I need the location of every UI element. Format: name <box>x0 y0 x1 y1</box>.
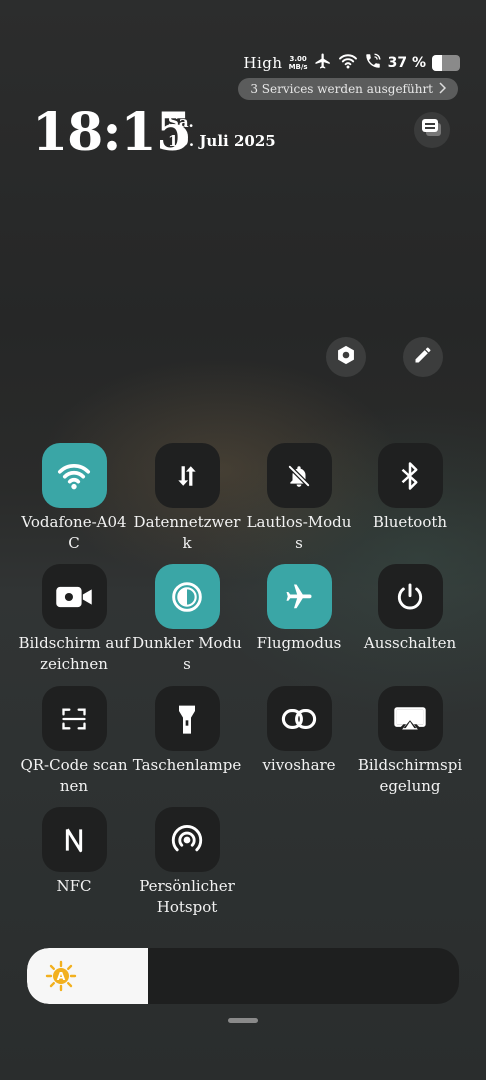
tile-bluetooth[interactable]: Bluetooth <box>354 443 466 533</box>
tile-label: Dunkler Modus <box>132 634 242 673</box>
auto-badge: A <box>57 970 66 983</box>
tile-label: Persönlicher Hotspot <box>139 877 235 916</box>
battery-percent: 37 % <box>387 55 426 71</box>
tile-label: Datennetzwerk <box>133 513 241 552</box>
airplane-icon[interactable] <box>266 564 332 629</box>
airplane-status-icon <box>314 52 332 74</box>
wifi-icon[interactable] <box>41 443 107 508</box>
tile-bell-off[interactable]: Lautlos-Modus <box>243 443 355 554</box>
tile-label: Lautlos-Modus <box>246 513 352 552</box>
tile-label: NFC <box>56 877 92 895</box>
bluetooth-icon[interactable] <box>377 443 443 508</box>
tile-mobile-data[interactable]: Datennetzwerk <box>131 443 243 554</box>
status-bar: High 3.00 MB/s 37 % <box>243 52 460 74</box>
pencil-icon <box>413 345 433 369</box>
tile-label: Flugmodus <box>256 634 342 652</box>
date: 19. Juli 2025 <box>168 132 276 150</box>
battery-fill <box>432 55 443 71</box>
tile-label: Taschenlampe <box>132 756 242 774</box>
tile-label: Ausschalten <box>363 634 457 652</box>
net-speed-value: 3.00 <box>289 55 307 63</box>
net-speed: 3.00 MB/s <box>289 55 308 71</box>
date-block[interactable]: Sa. 19. Juli 2025 <box>168 113 276 151</box>
net-speed-unit: MB/s <box>288 63 308 71</box>
services-pill-label: 3 Services werden ausgeführt <box>250 82 433 96</box>
mobile-data-icon[interactable] <box>154 443 220 508</box>
tile-label: vivoshare <box>262 756 336 774</box>
chevron-right-icon <box>438 81 447 97</box>
qr-scan-icon[interactable] <box>41 686 107 751</box>
tile-airplane[interactable]: Flugmodus <box>243 564 355 654</box>
tile-label: Bluetooth <box>372 513 448 531</box>
bell-off-icon[interactable] <box>266 443 332 508</box>
tile-nfc[interactable]: NFC <box>18 807 130 897</box>
running-services-pill[interactable]: 3 Services werden ausgeführt <box>238 78 458 100</box>
notification-panel-switch-button[interactable] <box>414 112 450 148</box>
power-icon[interactable] <box>377 564 443 629</box>
tile-screen-mirror[interactable]: Bildschirmspiegelung <box>354 686 466 797</box>
tile-dark-mode[interactable]: Dunkler Modus <box>131 564 243 675</box>
flashlight-icon[interactable] <box>154 686 220 751</box>
battery-icon <box>432 55 460 71</box>
tile-hotspot[interactable]: Persönlicher Hotspot <box>131 807 243 918</box>
tile-label: QR-Code scannen <box>20 756 128 795</box>
weekday: Sa. <box>168 113 194 131</box>
tile-power[interactable]: Ausschalten <box>354 564 466 654</box>
tile-qr-scan[interactable]: QR-Code scannen <box>18 686 130 797</box>
edit-tiles-button[interactable] <box>403 337 443 377</box>
tile-flashlight[interactable]: Taschenlampe <box>131 686 243 776</box>
settings-button[interactable] <box>326 337 366 377</box>
auto-brightness-icon: A <box>45 960 77 992</box>
tile-label: Bildschirm aufzeichnen <box>18 634 130 673</box>
tile-label: Bildschirmspiegelung <box>357 756 463 795</box>
gear-icon <box>335 344 357 370</box>
wifi-calling-icon <box>364 52 382 74</box>
dark-mode-icon[interactable] <box>154 564 220 629</box>
panel-switch-icon <box>420 117 444 143</box>
network-label: High <box>243 54 283 72</box>
panel-handle[interactable] <box>228 1018 258 1023</box>
tile-label: Vodafone-A04C <box>21 513 127 552</box>
screen-mirror-icon[interactable] <box>377 686 443 751</box>
tile-wifi[interactable]: Vodafone-A04C <box>18 443 130 554</box>
hotspot-icon[interactable] <box>154 807 220 872</box>
video-camera-icon[interactable] <box>41 564 107 629</box>
vivoshare-icon[interactable] <box>266 686 332 751</box>
tile-video-camera[interactable]: Bildschirm aufzeichnen <box>18 564 130 675</box>
wifi-status-icon <box>338 53 358 73</box>
brightness-slider[interactable]: A <box>27 948 459 1004</box>
tile-vivoshare[interactable]: vivoshare <box>243 686 355 776</box>
nfc-icon[interactable] <box>41 807 107 872</box>
